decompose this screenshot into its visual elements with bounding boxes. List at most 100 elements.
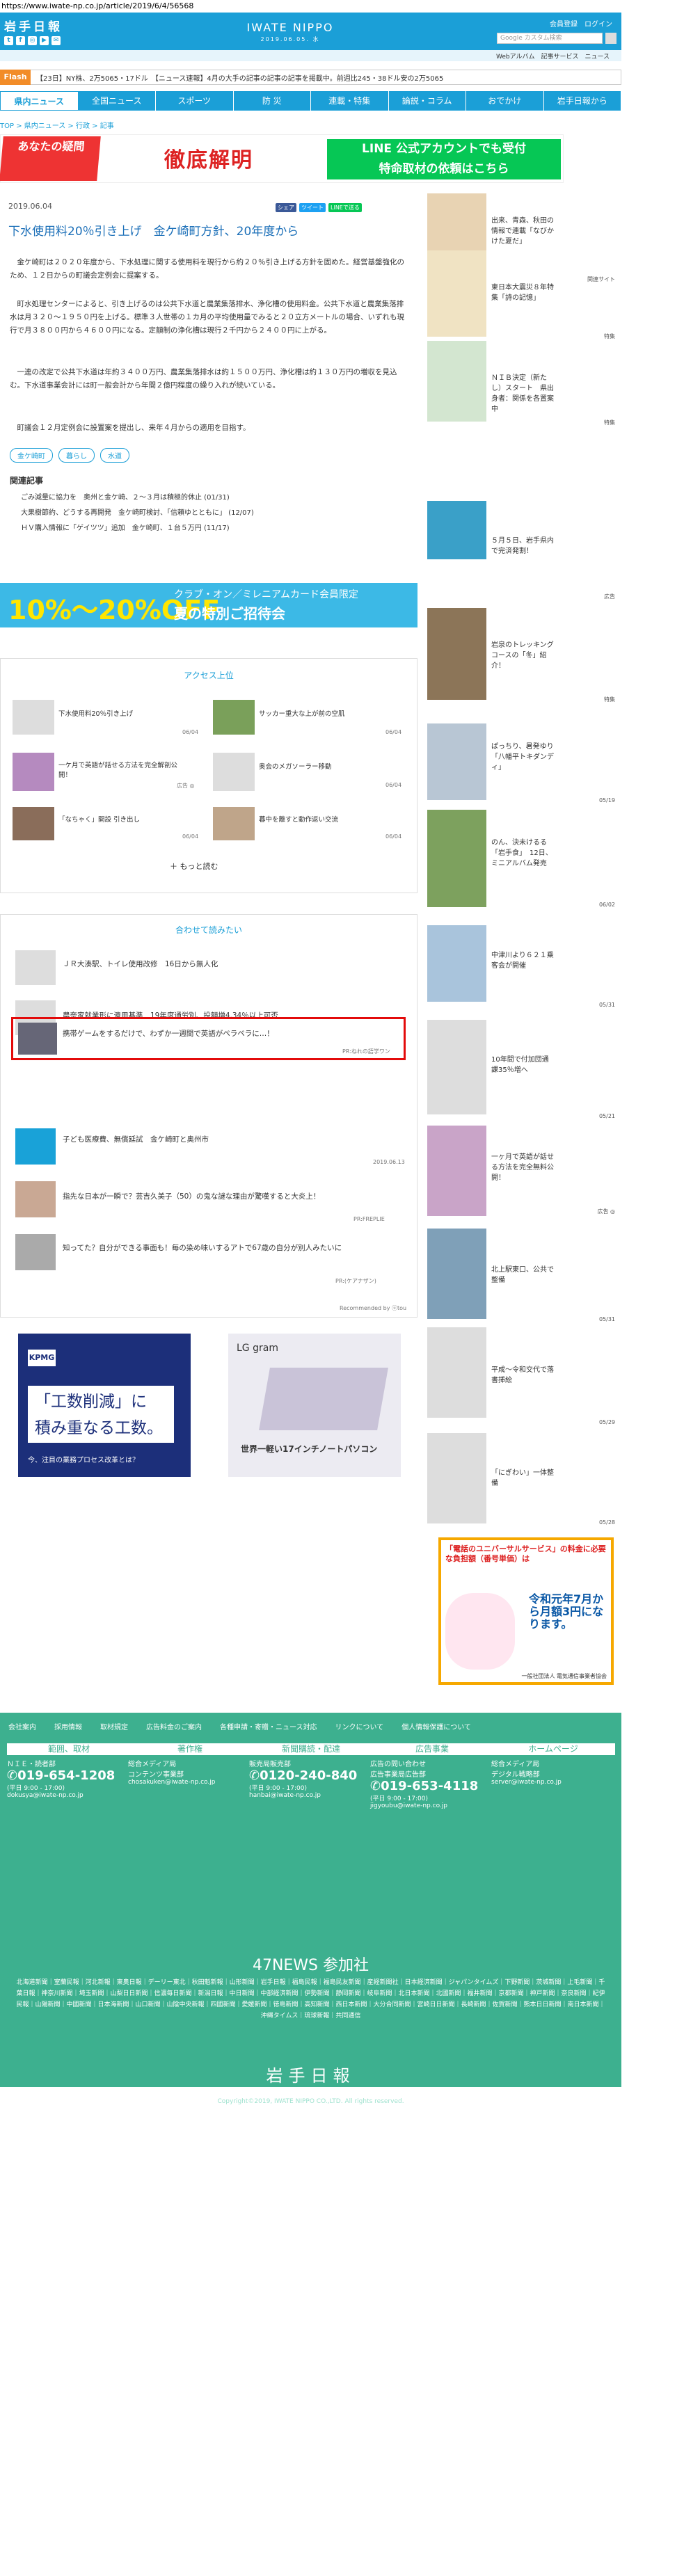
footer-link[interactable]: 個人情報保護について (401, 1721, 471, 1731)
recommend-item[interactable]: 子ども医療費、無償延試 金ケ崎町と奥州市 (63, 1134, 209, 1144)
sidebar-item[interactable]: のん、決未けるる「岩手食」 12日、ミニアルバム発売 (491, 838, 554, 869)
related-link[interactable]: 大果樹節約、どうする再開発 金ケ崎町検討、「信頼ゆとともに」 (12/07) (21, 506, 254, 517)
footer-mail[interactable]: server@iwate-np.co.jp (491, 1779, 615, 1786)
footer-link[interactable]: 会社案内 (8, 1721, 36, 1731)
tweet-button[interactable]: ツイート (299, 203, 326, 212)
sidebar-thumb[interactable] (427, 1020, 486, 1114)
recommend-item[interactable]: ＪＲ大湊駅、トイレ使用改修 16日から無人化 (63, 959, 218, 969)
footer-mail[interactable]: jigyoubu@iwate-np.co.jp (370, 1802, 494, 1809)
nav-item[interactable]: おでかけ (466, 91, 544, 111)
sidebar-item[interactable]: 東日本大震災８年特集「詩の記憶」 (491, 282, 554, 303)
footer-mail[interactable]: dokusya@iwate-np.co.jp (7, 1792, 131, 1799)
flash-text[interactable]: 【23日】NY株、2万5065・17ドル 【ニュース速報】4月の大手の記事の記事… (36, 72, 618, 83)
site-logo[interactable]: 岩手日報 (4, 17, 63, 34)
sidebar-thumb[interactable] (427, 1327, 486, 1418)
sidebar-thumb[interactable] (427, 341, 486, 422)
sidebar-thumb[interactable] (427, 193, 486, 253)
recommend-by: Recommended by ⓤ𝗍𝗈𝗎 (340, 1305, 407, 1311)
url-bar[interactable]: https://www.iwate-np.co.jp/article/2019/… (1, 0, 193, 13)
mail-icon[interactable]: ✉ (51, 36, 61, 45)
footer-logo[interactable]: 岩手日報 (0, 2062, 621, 2086)
sidebar-thumb[interactable] (427, 608, 486, 700)
tag[interactable]: 暮らし (58, 448, 95, 463)
recommend-item[interactable]: 指先な日本が一瞬で？芸吉久美子（50）の鬼な謎な理由が驚嘆すると大炎上！ (63, 1191, 320, 1201)
search-input[interactable]: Google カスタム検索 (497, 33, 603, 44)
sidebar-item[interactable]: 岩泉のトレッキングコースの「冬」紹介！ (491, 640, 554, 671)
footer-link[interactable]: 各種申請・寄贈・ニュース対応 (220, 1721, 317, 1731)
footer-link[interactable]: 採用情報 (54, 1721, 82, 1731)
footer-link[interactable]: 取材規定 (100, 1721, 128, 1731)
instagram-icon[interactable]: ◎ (28, 36, 37, 45)
footer-mail[interactable]: hanbai@iwate-np.co.jp (249, 1792, 373, 1799)
footer-phone[interactable]: ✆0120-240-840 (249, 1768, 373, 1783)
tag[interactable]: 水道 (100, 448, 129, 463)
sidebar-item[interactable]: 10年間で付加団通課35％増へ (491, 1055, 554, 1075)
recommend-date: 2019.06.13 (373, 1159, 405, 1165)
sidebar-item[interactable]: 北上駅東口、公共で整備 (491, 1265, 554, 1286)
ranking-item[interactable]: 一ケ月で英語が話せる方法を完全解剖公開！ (58, 760, 184, 779)
news47-links[interactable]: 北海道新聞｜室蘭民報｜河北新報｜東奥日報｜デーリー東北｜秋田魁新報｜山形新聞｜岩… (14, 1977, 607, 2022)
footer-phone[interactable]: ✆019-653-4118 (370, 1779, 494, 1793)
sidebar-thumb[interactable] (427, 1229, 486, 1319)
facebook-icon[interactable]: f (16, 36, 25, 45)
recommend-item[interactable]: 携帯ゲームをするだけで、わずか一週間で英語がペラペラに…！ (63, 1028, 274, 1039)
ranking-item[interactable]: 暮中を離すと動作返い交流 (259, 814, 384, 824)
youtube-icon[interactable]: ▶ (40, 36, 49, 45)
ranking-thumb[interactable] (13, 807, 54, 840)
footer-phone[interactable]: ✆019-654-1208 (7, 1768, 131, 1783)
recommend-item[interactable]: 知ってた？自分ができる事面も！毎の染め味いするアトで67歳の自分が別人みたいに (63, 1242, 342, 1253)
nav-item[interactable]: 論説・コラム (389, 91, 466, 111)
line-share-button[interactable]: LINEで送る (328, 203, 362, 212)
twitter-icon[interactable]: t (4, 36, 13, 45)
sidebar-item[interactable]: ５月５日、岩手県内で完済発割！ (491, 536, 554, 557)
ranking-thumb[interactable] (13, 753, 54, 791)
sidebar-item[interactable]: 一ヶ月で英語が話せる方法を完全無料公開！ (491, 1152, 554, 1183)
banner-line[interactable]: LINE 公式アカウントでも受付 特命取材の依頼はこちら (327, 139, 561, 179)
recommend-thumb[interactable] (15, 1234, 56, 1270)
sidebar-item[interactable]: ぱっちり、暑発ゆり「八幡平トキダンディ」 (491, 742, 554, 773)
ranking-item[interactable]: 「なちゃく」開設 引き出し (58, 814, 184, 824)
footer-link[interactable]: リンクについて (335, 1721, 384, 1731)
sidebar-thumb[interactable] (427, 501, 486, 559)
recommend-thumb[interactable] (15, 1181, 56, 1217)
sidebar-item[interactable]: ＮＩＢ決定（新たし）スタート 県出身者：関係を各置案中 (491, 373, 554, 415)
sidebar-thumb[interactable] (427, 723, 486, 800)
sub-links[interactable]: Webアルバム 記事サービス ニュース (496, 51, 610, 61)
ranking-thumb[interactable] (213, 807, 255, 840)
recommend-thumb[interactable] (15, 1128, 56, 1165)
sidebar-thumb[interactable] (427, 1433, 486, 1523)
sidebar-item[interactable]: 出来、青森、秋田の情報で連載「なびかけた夏だ」 (491, 216, 554, 247)
nav-item[interactable]: 連載・特集 (311, 91, 389, 111)
footer-mail[interactable]: chosakuken@iwate-np.co.jp (128, 1779, 252, 1786)
account-links[interactable]: 会員登録 ログイン (550, 18, 612, 29)
footer-link[interactable]: 広告料金のご案内 (146, 1721, 202, 1731)
sidebar-thumb[interactable] (427, 925, 486, 1002)
more-button[interactable]: ＋ もっと読む (170, 861, 218, 872)
search-icon[interactable] (605, 33, 617, 44)
nav-item[interactable]: 県内ニュース (0, 91, 79, 111)
sidebar-item[interactable]: 平成～令和交代で落書挿絵 (491, 1365, 554, 1386)
ranking-thumb[interactable] (13, 700, 54, 735)
related-link[interactable]: ごみ減量に協力を 奥州と金ケ崎、２～３月は積極的休止 (01/31) (21, 491, 230, 502)
sidebar-thumb[interactable] (427, 1126, 486, 1216)
ranking-thumb[interactable] (213, 753, 255, 791)
ranking-item[interactable]: 奥会のメガソーラー移動 (259, 761, 384, 771)
ranking-date: 06/04 (385, 782, 402, 788)
sidebar-item[interactable]: 「にぎわい」一体整備 (491, 1468, 554, 1489)
sidebar-thumb[interactable] (427, 250, 486, 337)
recommend-thumb[interactable] (15, 950, 56, 985)
related-link[interactable]: ＨＶ購入情報に「ゲイツツ」追加 金ケ崎町、１台５万円 (11/17) (21, 522, 230, 532)
ranking-item[interactable]: 下水使用料20％引き上げ (58, 708, 184, 718)
nav-item[interactable]: 全国ニュース (79, 91, 156, 111)
ranking-item[interactable]: サッカー重大な上が前の空肌 (259, 708, 384, 718)
sidebar-item[interactable]: 中津川より６２１乗客会が開催 (491, 950, 554, 971)
sidebar-thumb[interactable] (427, 810, 486, 907)
ranking-thumb[interactable] (213, 700, 255, 735)
facebook-share-button[interactable]: シェア (276, 203, 296, 212)
nav-item[interactable]: スポーツ (156, 91, 234, 111)
nav-item[interactable]: 岩手日報から (544, 91, 621, 111)
breadcrumb[interactable]: TOP > 県内ニュース > 行政 > 記事 (0, 120, 114, 130)
tag[interactable]: 金ケ崎町 (10, 448, 53, 463)
recommend-thumb[interactable] (18, 1023, 57, 1055)
nav-item[interactable]: 防 災 (234, 91, 311, 111)
